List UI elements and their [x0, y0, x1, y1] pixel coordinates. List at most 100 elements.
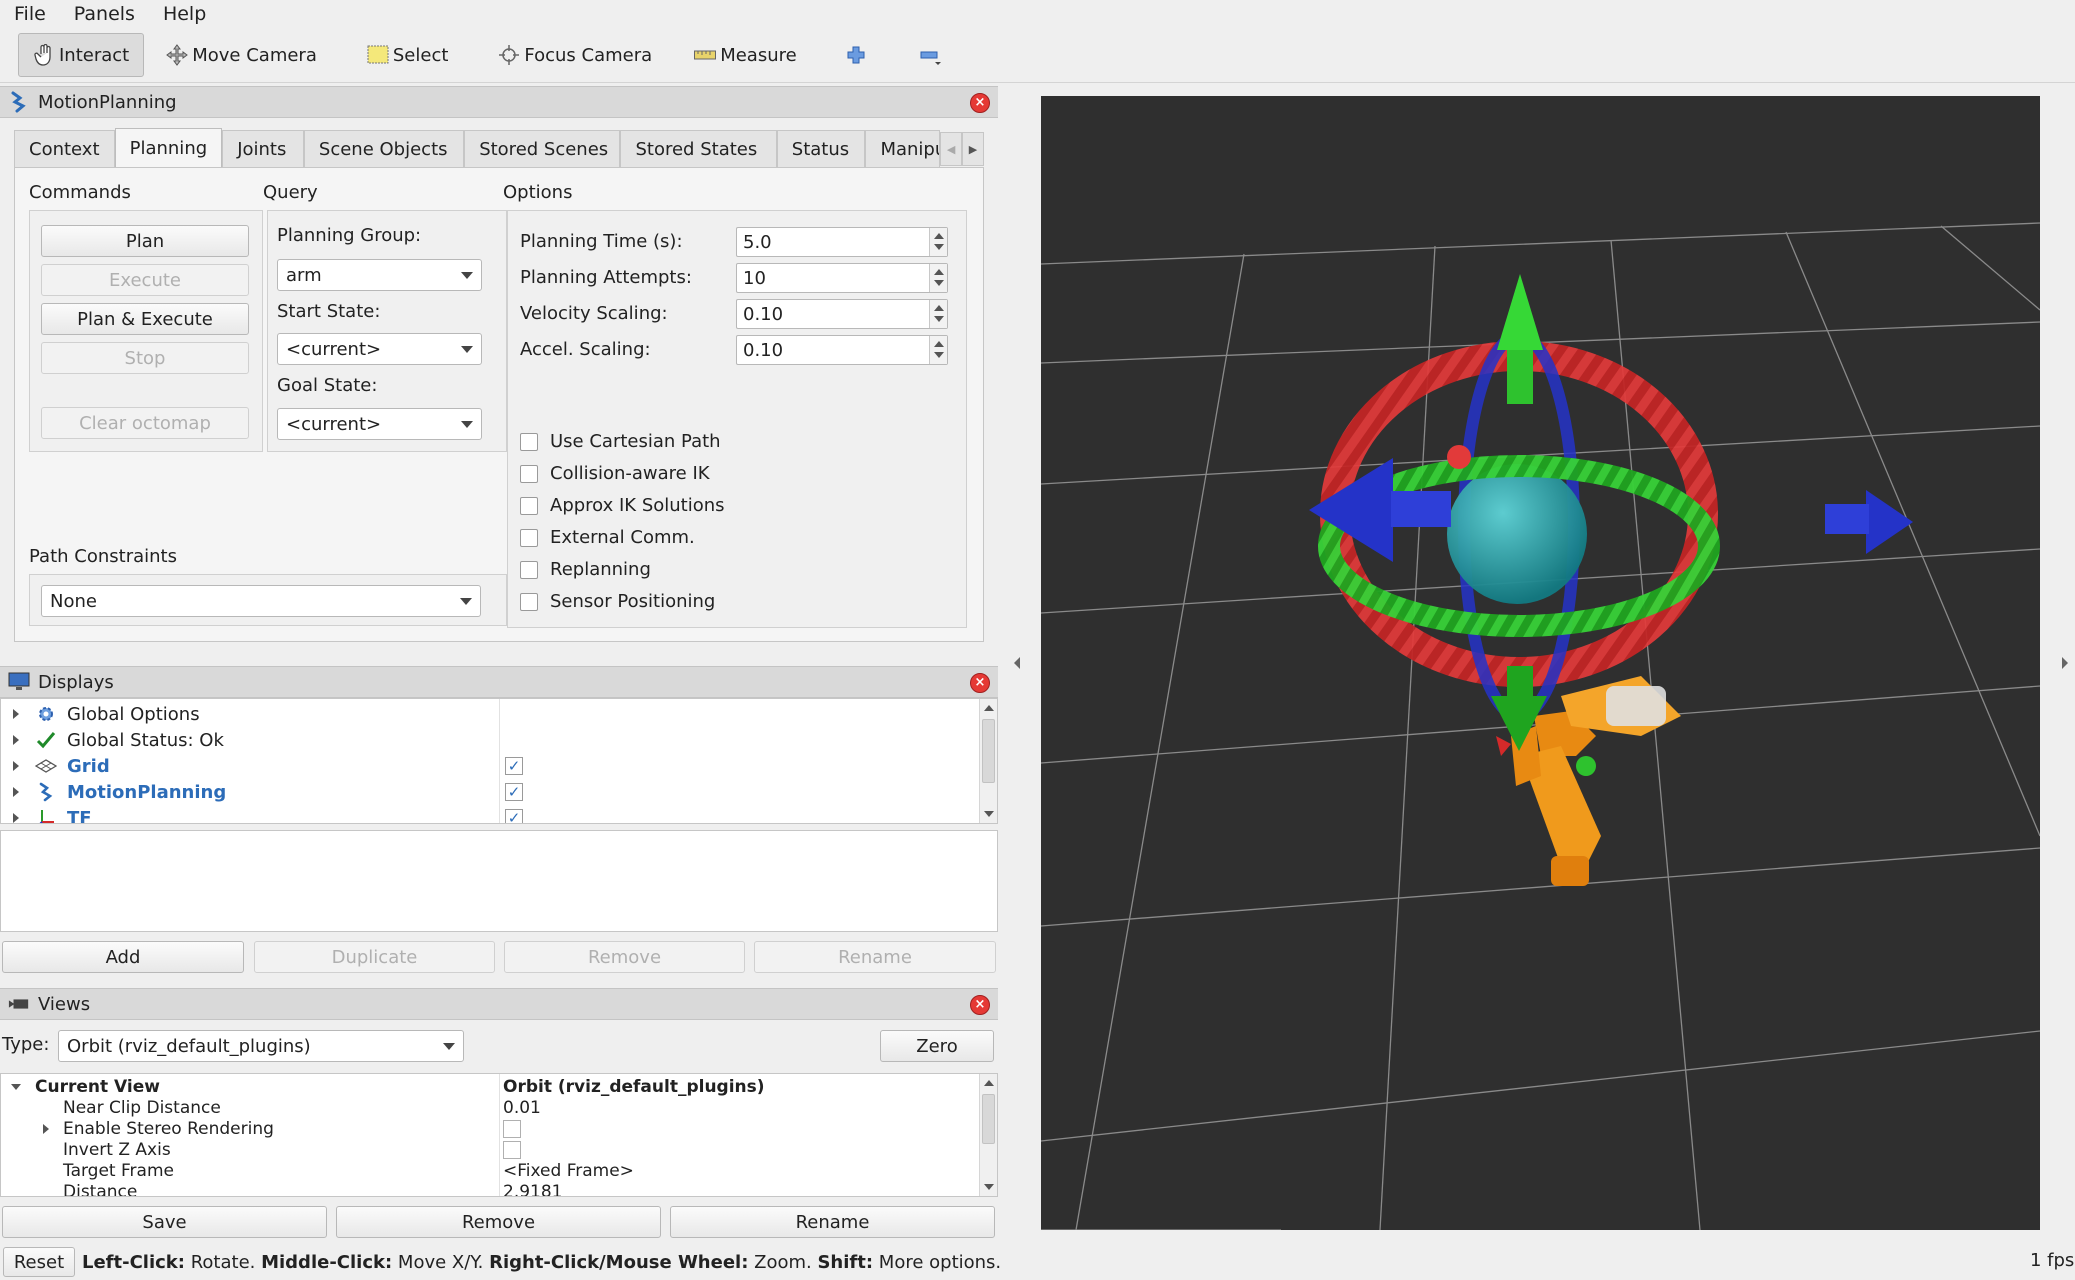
duplicate-display-button[interactable]: Duplicate [254, 941, 495, 973]
external-comm-checkbox[interactable]: External Comm. [520, 527, 695, 548]
spin-up-icon[interactable] [934, 341, 944, 347]
view-row-near-clip[interactable]: Near Clip Distance 0.01 [1, 1097, 981, 1119]
menu-file[interactable]: File [0, 3, 60, 25]
expand-arrow-icon[interactable] [13, 709, 19, 719]
tab-manipulation[interactable]: Manipu [865, 130, 941, 168]
view-type-select[interactable]: Orbit (rviz_default_plugins) [58, 1030, 464, 1062]
select-tool-button[interactable]: Select [353, 33, 463, 77]
remove-tool-dropdown[interactable] [907, 33, 957, 77]
expand-arrow-icon[interactable] [13, 735, 19, 745]
replanning-checkbox[interactable]: Replanning [520, 559, 651, 580]
planning-tab-body: Commands Plan Execute Plan & Execute Sto… [14, 167, 984, 642]
sensor-positioning-checkbox[interactable]: Sensor Positioning [520, 591, 715, 612]
tree-item-grid[interactable]: Grid ✓ [1, 753, 981, 779]
grid-visible-checkbox[interactable]: ✓ [505, 757, 523, 775]
view-row-stereo[interactable]: Enable Stereo Rendering [1, 1118, 981, 1140]
spin-up-icon[interactable] [934, 233, 944, 239]
velocity-scaling-spinbox[interactable]: 0.10 [736, 299, 948, 329]
menu-panels[interactable]: Panels [60, 3, 149, 25]
chevron-down-icon [461, 272, 473, 279]
tree-item-tf[interactable]: TF ✓ [1, 805, 981, 823]
close-icon[interactable]: × [970, 673, 990, 693]
expand-arrow-icon[interactable] [43, 1124, 49, 1134]
planning-time-spinbox[interactable]: 5.0 [736, 227, 948, 257]
expand-arrow-icon[interactable] [13, 787, 19, 797]
menu-help[interactable]: Help [149, 3, 220, 25]
spin-up-icon[interactable] [934, 269, 944, 275]
start-state-select[interactable]: <current> [277, 333, 482, 365]
spin-down-icon[interactable] [934, 352, 944, 358]
scroll-thumb[interactable] [982, 1094, 995, 1144]
planning-attempts-spinbox[interactable]: 10 [736, 263, 948, 293]
rename-view-button[interactable]: Rename [670, 1206, 995, 1238]
tab-stored-states[interactable]: Stored States [620, 130, 777, 168]
zero-view-button[interactable]: Zero [880, 1030, 994, 1062]
add-display-button[interactable]: Add [2, 941, 244, 973]
reset-button[interactable]: Reset [3, 1247, 75, 1277]
view-row-target-frame[interactable]: Target Frame <Fixed Frame> [1, 1160, 981, 1182]
spin-down-icon[interactable] [934, 280, 944, 286]
add-tool-button[interactable] [833, 33, 883, 77]
collision-aware-ik-checkbox[interactable]: Collision-aware IK [520, 463, 710, 484]
tab-stored-scenes[interactable]: Stored Scenes [464, 130, 621, 168]
tab-planning[interactable]: Planning [114, 128, 223, 168]
tab-status[interactable]: Status [776, 130, 866, 168]
execute-button[interactable]: Execute [41, 264, 249, 296]
grid-icon [35, 755, 57, 777]
focus-camera-tool-button[interactable]: Focus Camera [484, 33, 666, 77]
scroll-thumb[interactable] [982, 719, 995, 783]
expand-arrow-icon[interactable] [13, 813, 19, 823]
planning-group-select[interactable]: arm [277, 259, 482, 291]
planning-attempts-label: Planning Attempts: [520, 267, 692, 288]
use-cartesian-path-checkbox[interactable]: Use Cartesian Path [520, 431, 721, 452]
spin-down-icon[interactable] [934, 316, 944, 322]
move-camera-tool-button[interactable]: Move Camera [152, 33, 331, 77]
measure-tool-button[interactable]: Measure [680, 33, 811, 77]
stop-button[interactable]: Stop [41, 342, 249, 374]
expand-arrow-icon[interactable] [13, 761, 19, 771]
tf-visible-checkbox[interactable]: ✓ [505, 809, 523, 823]
interact-tool-button[interactable]: Interact [18, 33, 145, 77]
view-row-invert-z[interactable]: Invert Z Axis [1, 1139, 981, 1161]
tab-context[interactable]: Context [14, 130, 115, 168]
goal-state-select[interactable]: <current> [277, 408, 482, 440]
scroll-down-icon[interactable] [984, 1184, 994, 1190]
remove-display-button[interactable]: Remove [504, 941, 745, 973]
remove-view-button[interactable]: Remove [336, 1206, 661, 1238]
rename-display-button[interactable]: Rename [754, 941, 996, 973]
plan-button[interactable]: Plan [41, 225, 249, 257]
view-row-distance[interactable]: Distance 2.9181 [1, 1181, 981, 1196]
collapse-right-icon[interactable] [2062, 657, 2068, 669]
tab-joints[interactable]: Joints [222, 130, 304, 168]
spin-down-icon[interactable] [934, 244, 944, 250]
spin-up-icon[interactable] [934, 305, 944, 311]
collapse-arrow-icon[interactable] [11, 1084, 21, 1090]
camera-icon [8, 993, 30, 1015]
tree-item-motion-planning[interactable]: MotionPlanning ✓ [1, 779, 981, 805]
tree-item-global-options[interactable]: Global Options [1, 701, 981, 727]
approx-ik-solutions-checkbox[interactable]: Approx IK Solutions [520, 495, 725, 516]
close-icon[interactable]: × [970, 93, 990, 113]
close-icon[interactable]: × [970, 995, 990, 1015]
motion-planning-visible-checkbox[interactable]: ✓ [505, 783, 523, 801]
tab-scroll-right-icon[interactable]: ▶ [962, 132, 984, 166]
stereo-checkbox[interactable] [503, 1120, 521, 1138]
render-viewport[interactable] [1040, 96, 2041, 1231]
scroll-up-icon[interactable] [984, 705, 994, 711]
scroll-down-icon[interactable] [984, 811, 994, 817]
accel-scaling-spinbox[interactable]: 0.10 [736, 335, 948, 365]
displays-scrollbar[interactable] [979, 699, 997, 823]
tree-item-global-status[interactable]: Global Status: Ok [1, 727, 981, 753]
save-view-button[interactable]: Save [2, 1206, 327, 1238]
path-constraints-select[interactable]: None [41, 585, 481, 617]
invert-z-checkbox[interactable] [503, 1141, 521, 1159]
scroll-up-icon[interactable] [984, 1080, 994, 1086]
ruler-icon [694, 44, 717, 66]
plan-and-execute-button[interactable]: Plan & Execute [41, 303, 249, 335]
view-row-current-view[interactable]: Current View Orbit (rviz_default_plugins… [1, 1076, 981, 1098]
clear-octomap-button[interactable]: Clear octomap [41, 407, 249, 439]
views-scrollbar[interactable] [979, 1074, 997, 1196]
tab-scene-objects[interactable]: Scene Objects [303, 130, 465, 168]
collapse-left-icon[interactable] [1014, 657, 1020, 669]
tab-scroll-left-icon[interactable]: ◀ [940, 132, 963, 166]
